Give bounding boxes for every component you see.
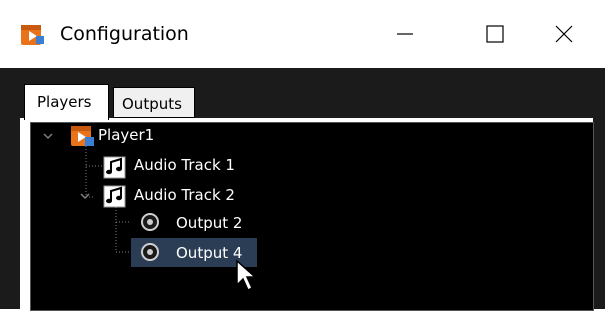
tree-view[interactable]: Player1 Audio Track 1 Audio Track 2 Outp… — [30, 122, 594, 311]
tab-outputs-label: Outputs — [122, 95, 182, 113]
minimize-icon — [397, 33, 413, 35]
player-icon — [69, 124, 95, 152]
tree-node-audio-track-1[interactable]: Audio Track 1 — [134, 154, 235, 176]
chevron-down-icon[interactable] — [78, 189, 92, 203]
close-button[interactable] — [522, 0, 605, 68]
tab-outputs[interactable]: Outputs — [113, 87, 195, 118]
minimize-button[interactable] — [360, 0, 450, 68]
window-title: Configuration — [60, 23, 189, 45]
tree-connector-lines — [85, 143, 131, 253]
tree-node-audio-track-2[interactable]: Audio Track 2 — [134, 184, 235, 206]
output-connector-icon — [139, 211, 161, 237]
music-note-icon — [103, 154, 129, 184]
configuration-window: Configuration Players Outputs Player1 Au… — [0, 0, 605, 311]
close-icon — [555, 25, 572, 43]
mouse-pointer-icon — [236, 259, 257, 292]
tab-players-label: Players — [37, 93, 92, 111]
chevron-down-icon[interactable] — [41, 129, 55, 143]
output-connector-icon — [139, 241, 161, 267]
title-bar[interactable]: Configuration — [0, 0, 605, 68]
tree-node-player1[interactable]: Player1 — [98, 124, 154, 146]
tree-node-output-2[interactable]: Output 2 — [176, 212, 242, 234]
tab-players[interactable]: Players — [24, 84, 109, 120]
maximize-icon — [486, 25, 504, 43]
music-note-icon — [103, 183, 129, 213]
tree-node-output-4[interactable]: Output 4 — [176, 242, 242, 264]
app-icon — [20, 22, 45, 47]
